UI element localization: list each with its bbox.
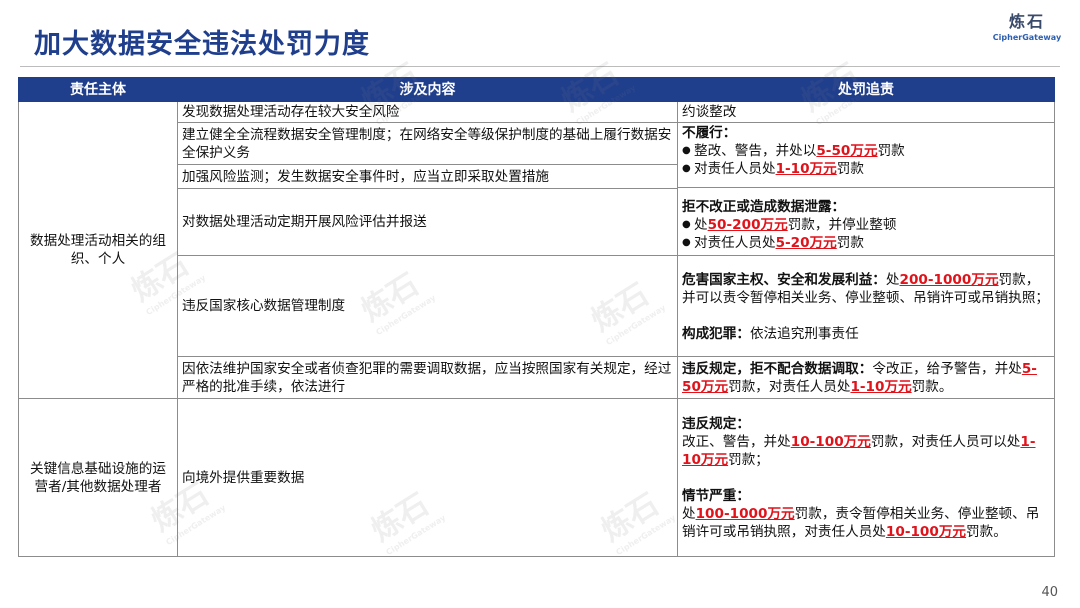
- content-cell: 加强风险监测；发生数据安全事件时，应当立即采取处置措施: [177, 164, 678, 190]
- content-cell: 建立健全全流程数据安全管理制度；在网络安全等级保护制度的基础上履行数据安全保护义…: [177, 121, 678, 166]
- header-entity: 责任主体: [18, 77, 178, 102]
- table-header-row: 责任主体 涉及内容 处罚追责: [18, 77, 1055, 102]
- logo-cn: 炼石: [1008, 12, 1045, 31]
- penalty-cell: 危害国家主权、安全和发展利益：处200-1000万元罚款，并可以责令暂停相关业务…: [677, 255, 1055, 357]
- penalty-heading: 拒不改正或造成数据泄露：: [682, 199, 846, 215]
- page-title: 加大数据安全违法处罚力度: [34, 29, 370, 60]
- penalty-cell: 约谈整改: [677, 101, 1055, 123]
- table-row: 数据处理活动相关的组织、个人 发现数据处理活动存在较大安全风险 约谈整改: [18, 101, 1055, 399]
- table-row: 关键信息基础设施的运营者/其他数据处理者 向境外提供重要数据 违反规定： 改正、…: [18, 398, 1055, 557]
- brand-logo: 炼石 CipherGateway: [992, 8, 1062, 46]
- header-penalty: 处罚追责: [677, 77, 1055, 102]
- bullet-item: ● 对责任人员处1-10万元罚款: [682, 161, 864, 177]
- penalty-table: 责任主体 涉及内容 处罚追责 数据处理活动相关的组织、个人 发现数据处理活动存在…: [18, 77, 1055, 557]
- bullet-item: ● 对责任人员处5-20万元罚款: [682, 235, 864, 251]
- bullet-item: ● 整改、警告，并处以5-50万元罚款: [682, 143, 905, 159]
- penalty-cell: 违反规定，拒不配合数据调取：令改正，给予警告，并处5-50万元罚款，对责任人员处…: [677, 356, 1055, 399]
- logo-en: CipherGateway: [992, 33, 1062, 42]
- penalty-cell: 违反规定： 改正、警告，并处10-100万元罚款，对责任人员可以处1-10万元罚…: [677, 398, 1055, 557]
- content-cell: 对数据处理活动定期开展风险评估并报送: [177, 188, 678, 256]
- page-number: 40: [1041, 585, 1058, 600]
- entity-cell-2: 关键信息基础设施的运营者/其他数据处理者: [18, 398, 178, 557]
- bullet-item: ● 处50-200万元罚款，并停业整顿: [682, 217, 897, 233]
- entity-cell-1: 数据处理活动相关的组织、个人: [18, 101, 178, 399]
- penalty-cell: 不履行： ● 整改、警告，并处以5-50万元罚款 ● 对责任人员处1-10万元罚款 …: [677, 122, 1055, 256]
- content-cell: 违反国家核心数据管理制度: [177, 255, 678, 357]
- content-cell: 发现数据处理活动存在较大安全风险: [177, 101, 678, 123]
- content-cell: 向境外提供重要数据: [177, 398, 678, 557]
- penalty-heading: 不履行：: [682, 125, 737, 141]
- title-divider: [20, 66, 1060, 67]
- content-cell: 因依法维护国家安全或者侦查犯罪的需要调取数据，应当按照国家有关规定，经过严格的批…: [177, 356, 678, 399]
- header-content: 涉及内容: [177, 77, 678, 102]
